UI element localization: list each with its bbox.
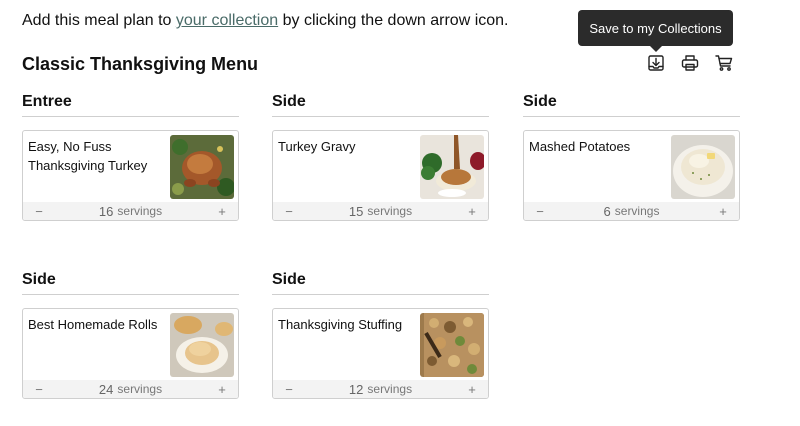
course-label: Side: [22, 271, 239, 295]
save-to-collection-button[interactable]: [645, 52, 667, 74]
servings-bar: − 6 servings +: [524, 202, 739, 220]
recipe-thumbnail[interactable]: [170, 135, 234, 199]
decrease-servings-button[interactable]: −: [534, 204, 546, 219]
servings-display: 16 servings: [99, 204, 162, 219]
recipe-name[interactable]: Best Homemade Rolls: [28, 315, 168, 334]
servings-bar: − 16 servings +: [23, 202, 238, 220]
course-label: Side: [523, 93, 740, 117]
cart-icon: [715, 55, 733, 71]
roast-turkey-image: [170, 135, 234, 199]
servings-bar: − 12 servings +: [273, 380, 488, 398]
recipe-card[interactable]: Turkey Gravy − 15 servings +: [272, 130, 489, 221]
servings-display: 6 servings: [604, 204, 660, 219]
course-side-rolls: Side Best Homemade Rolls − 24 servings +: [22, 271, 239, 399]
stuffing-image: [420, 313, 484, 377]
decrease-servings-button[interactable]: −: [283, 204, 295, 219]
course-label: Side: [272, 93, 489, 117]
servings-count: 24: [98, 381, 114, 397]
mashed-potatoes-image: [671, 135, 735, 199]
servings-count: 16: [98, 203, 114, 219]
course-side-gravy: Side Turkey Gravy − 15 servings +: [272, 93, 489, 221]
course-label: Entree: [22, 93, 239, 117]
recipe-card[interactable]: Mashed Potatoes − 6 servings +: [523, 130, 740, 221]
servings-display: 24 servings: [99, 382, 162, 397]
servings-count: 12: [348, 381, 364, 397]
servings-count: 6: [603, 203, 611, 219]
recipe-name[interactable]: Turkey Gravy: [278, 137, 418, 156]
servings-bar: − 24 servings +: [23, 380, 238, 398]
servings-unit: servings: [367, 203, 413, 218]
servings-unit: servings: [117, 203, 163, 218]
recipe-thumbnail[interactable]: [420, 135, 484, 199]
collection-link[interactable]: your collection: [176, 12, 278, 29]
increase-servings-button[interactable]: +: [717, 204, 729, 219]
servings-display: 12 servings: [349, 382, 412, 397]
decrease-servings-button[interactable]: −: [283, 382, 295, 397]
course-entree: Entree Easy, No Fuss Thanksgiving Turkey…: [22, 93, 239, 221]
course-side-potatoes: Side Mashed Potatoes − 6 servings +: [523, 93, 740, 221]
course-side-stuffing: Side Thanksgiving Stuffing − 12 servings…: [272, 271, 489, 399]
increase-servings-button[interactable]: +: [216, 204, 228, 219]
homemade-rolls-image: [170, 313, 234, 377]
servings-display: 15 servings: [349, 204, 412, 219]
recipe-card[interactable]: Thanksgiving Stuffing − 12 servings +: [272, 308, 489, 399]
intro-after: by clicking the down arrow icon.: [278, 12, 509, 29]
cart-button[interactable]: [713, 52, 735, 74]
servings-count: 15: [348, 203, 364, 219]
servings-unit: servings: [367, 381, 413, 396]
course-label: Side: [272, 271, 489, 295]
recipe-name[interactable]: Thanksgiving Stuffing: [278, 315, 418, 334]
increase-servings-button[interactable]: +: [466, 382, 478, 397]
recipe-thumbnail[interactable]: [170, 313, 234, 377]
decrease-servings-button[interactable]: −: [33, 382, 45, 397]
servings-unit: servings: [117, 381, 163, 396]
recipe-card[interactable]: Easy, No Fuss Thanksgiving Turkey − 16 s…: [22, 130, 239, 221]
increase-servings-button[interactable]: +: [216, 382, 228, 397]
print-button[interactable]: [679, 52, 701, 74]
servings-unit: servings: [614, 203, 660, 218]
turkey-gravy-image: [420, 135, 484, 199]
increase-servings-button[interactable]: +: [466, 204, 478, 219]
intro-before: Add this meal plan to: [22, 12, 176, 29]
save-tooltip: Save to my Collections: [578, 10, 733, 52]
servings-bar: − 15 servings +: [273, 202, 488, 220]
recipe-name[interactable]: Mashed Potatoes: [529, 137, 669, 156]
intro-text: Add this meal plan to your collection by…: [22, 12, 508, 30]
recipe-name[interactable]: Easy, No Fuss Thanksgiving Turkey: [28, 137, 168, 175]
menu-title: Classic Thanksgiving Menu: [22, 54, 259, 74]
print-icon: [681, 55, 699, 71]
recipe-card[interactable]: Best Homemade Rolls − 24 servings +: [22, 308, 239, 399]
save-to-collection-icon: [648, 55, 664, 71]
recipe-thumbnail[interactable]: [671, 135, 735, 199]
decrease-servings-button[interactable]: −: [33, 204, 45, 219]
menu-actions: [645, 52, 735, 74]
recipe-thumbnail[interactable]: [420, 313, 484, 377]
